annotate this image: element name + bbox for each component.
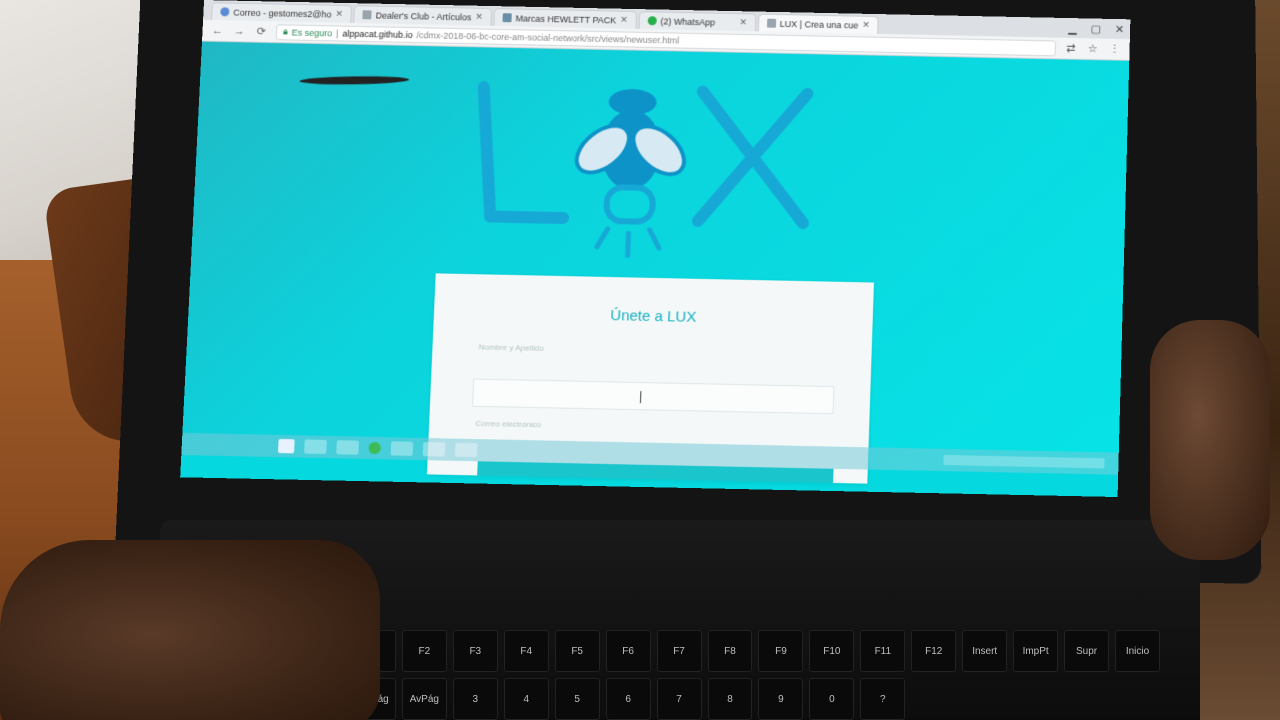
maximize-icon[interactable]: ▢ (1091, 22, 1102, 35)
keyboard-key[interactable]: 9 (758, 678, 803, 720)
keyboard-key[interactable]: F6 (606, 630, 651, 672)
keyboard-key[interactable]: F12 (911, 630, 956, 672)
tab-label: Correo - gestomes2@ho (233, 7, 332, 19)
text-cursor (640, 391, 641, 403)
tab-label: Marcas HEWLETT PACK (515, 13, 616, 25)
form-title: Únete a LUX (434, 303, 873, 329)
minimize-icon[interactable]: ▁ (1068, 22, 1077, 35)
separator: | (336, 28, 339, 38)
keyboard-key[interactable]: F5 (555, 630, 600, 672)
bookmark-star-icon[interactable]: ☆ (1086, 42, 1100, 55)
page-icon (363, 10, 372, 19)
tab-marcas-hp[interactable]: Marcas HEWLETT PACK ✕ (493, 8, 637, 29)
secure-label: Es seguro (292, 27, 333, 38)
keyboard-key[interactable]: AvPág (402, 678, 447, 720)
page-icon (767, 19, 776, 28)
keyboard-key[interactable]: 6 (606, 678, 651, 720)
cart-icon (503, 13, 512, 22)
keyboard-key[interactable]: F8 (708, 630, 753, 672)
close-icon[interactable]: ✕ (335, 9, 343, 20)
back-icon[interactable]: ← (210, 24, 225, 36)
lock-icon: 🔒︎ (283, 26, 288, 37)
scribble-mark (300, 76, 410, 85)
window-close-icon[interactable]: ✕ (1115, 23, 1125, 36)
name-label: Nombre y Apellido (478, 342, 543, 352)
tab-label: LUX | Crea una cue (780, 18, 859, 30)
keyboard-key[interactable]: 7 (657, 678, 702, 720)
laptop-screen: Correo - gestomes2@ho ✕ Dealer's Club - … (180, 0, 1130, 497)
keyboard-key[interactable]: F9 (758, 630, 803, 672)
close-icon[interactable]: ✕ (620, 15, 628, 26)
keyboard-key[interactable]: F3 (453, 630, 498, 672)
taskbar-app-icon[interactable] (390, 441, 413, 456)
keyboard-key[interactable]: ImpPt (1013, 630, 1058, 672)
url-host: alppacat.github.io (342, 28, 413, 39)
keyboard-key[interactable]: 0 (809, 678, 854, 720)
keyboard-key[interactable]: ? (860, 678, 905, 720)
taskbar-app-icon[interactable] (336, 440, 359, 455)
tab-dealers-club[interactable]: Dealer's Club - Artículos ✕ (353, 5, 492, 26)
taskbar-app-icon[interactable] (455, 443, 478, 458)
keyboard-key[interactable]: F11 (860, 630, 905, 672)
user-hand (0, 540, 380, 720)
forward-icon[interactable]: → (232, 25, 247, 37)
keyboard-key[interactable]: F10 (809, 630, 854, 672)
close-icon[interactable]: ✕ (739, 17, 747, 28)
taskbar-app-icon[interactable] (304, 439, 327, 454)
user-hand-right (1150, 320, 1270, 560)
windows-start-icon[interactable] (278, 439, 295, 453)
tab-whatsapp[interactable]: (2) WhatsApp ✕ (638, 11, 756, 31)
menu-kebab-icon[interactable]: ⋮ (1108, 43, 1122, 56)
translate-icon[interactable]: ⇄ (1064, 42, 1078, 55)
web-page: Únete a LUX Nombre y Apellido Correo ele… (181, 42, 1129, 475)
tab-label: Dealer's Club - Artículos (375, 10, 471, 22)
url-path: /cdmx-2018-06-bc-core-am-social-network/… (416, 30, 679, 45)
lux-logo (466, 67, 823, 263)
keyboard-key[interactable]: F2 (402, 630, 447, 672)
keyboard-key[interactable]: F7 (657, 630, 702, 672)
keyboard-key[interactable]: Inicio (1115, 630, 1160, 672)
name-input[interactable] (472, 379, 834, 415)
tab-lux[interactable]: LUX | Crea una cue ✕ (758, 14, 879, 34)
chrome-icon[interactable] (368, 442, 381, 454)
keyboard-key[interactable]: 4 (504, 678, 549, 720)
keyboard-key[interactable]: Supr (1064, 630, 1109, 672)
close-icon[interactable]: ✕ (475, 12, 483, 23)
system-tray (943, 455, 1104, 468)
keyboard-key[interactable]: 5 (555, 678, 600, 720)
close-icon[interactable]: ✕ (862, 20, 870, 31)
tab-label: (2) WhatsApp (660, 16, 715, 27)
tab-correo[interactable]: Correo - gestomes2@ho ✕ (211, 2, 352, 23)
keyboard-key[interactable]: 8 (708, 678, 753, 720)
whatsapp-icon (647, 16, 656, 25)
email-label: Correo electrónico (475, 419, 541, 429)
keyboard-key[interactable]: Insert (962, 630, 1007, 672)
keyboard: EscF1F2F3F4F5F6F7F8F9F10F11F12InsertImpP… (300, 630, 1160, 720)
keyboard-key[interactable]: 3 (453, 678, 498, 720)
mail-icon (220, 7, 229, 16)
reload-icon[interactable]: ⟳ (254, 25, 269, 38)
keyboard-key[interactable]: F4 (504, 630, 549, 672)
taskbar-app-icon[interactable] (423, 442, 446, 457)
